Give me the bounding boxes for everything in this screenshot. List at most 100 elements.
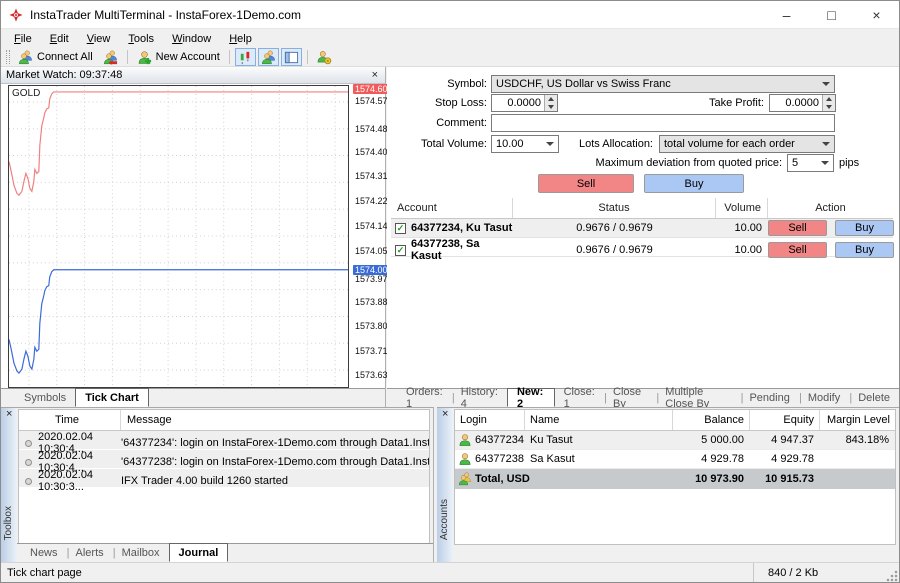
accounts-strip: × Accounts [437,408,453,562]
tab-pending[interactable]: Pending [740,389,798,407]
row-sell-button[interactable]: Sell [768,242,827,258]
accounts-header-row: Login Name Balance Equity Margin Level [455,410,895,431]
col-login: Login [455,410,525,430]
price-axis: 1574.601574.571574.481574.401574.311574.… [352,85,386,388]
table-row: 64377238 Sa Kasut 4 929.78 4 929.78 [455,450,895,469]
toolbar-separator [127,50,128,64]
comment-label: Comment: [387,114,487,132]
price-axis-label: 1574.05 [355,246,388,256]
tab-alerts[interactable]: Alerts [67,544,113,562]
account-user-icon [458,433,472,447]
connect-all-button[interactable]: Connect All [13,49,98,66]
row-buy-button[interactable]: Buy [835,242,894,258]
stop-loss-spin-buttons[interactable] [544,95,557,111]
tab-delete[interactable]: Delete [849,389,899,407]
accounts-panel: × Accounts Login Name Balance Equity Mar… [437,407,899,562]
tab-multiple-close-by[interactable]: Multiple Close By [656,389,740,407]
close-button[interactable]: × [854,1,899,28]
list-item: 2020.02.04 10:30:3... IFX Trader 4.00 bu… [19,469,429,488]
lots-allocation-select[interactable]: total volume for each order [659,135,835,153]
minimize-button[interactable]: – [764,1,809,28]
price-axis-label: 1574.40 [355,147,388,157]
equity-cell: 4 947.37 [750,434,820,446]
comment-field[interactable] [491,114,835,132]
maximize-button[interactable]: □ [809,1,854,28]
tab-orders[interactable]: Orders: 1 [397,389,452,407]
chevron-down-icon [822,82,830,86]
grid-header-row: Account Status Volume Action [391,198,893,219]
buy-button[interactable]: Buy [644,174,744,193]
margin-level-cell: 843.18% [820,434,895,446]
tick-chart-plot[interactable]: GOLD [8,85,349,388]
table-row: ✓ 64377234, Ku Tasut 0.9676 / 0.9679 10.… [391,219,893,238]
expert-settings-button[interactable] [312,49,337,66]
pips-label: pips [839,154,869,172]
total-label: Total, USD [475,473,530,485]
chevron-down-icon [821,161,829,165]
tab-journal[interactable]: Journal [169,543,229,562]
max-deviation-select[interactable]: 5 [787,154,834,172]
take-profit-label: Take Profit: [627,94,764,112]
lots-allocation-label: Lots Allocation: [547,135,653,153]
tab-close[interactable]: Close: 1 [555,389,604,407]
new-account-button[interactable]: New Account [132,49,225,66]
price-axis-label: 1574.48 [355,124,388,134]
toolbox-close-icon[interactable]: × [4,409,14,420]
tab-modify[interactable]: Modify [799,389,849,407]
market-watch-close-icon[interactable]: × [370,70,380,81]
journal-bullet-icon [25,440,32,447]
price-axis-label: 1574.31 [355,171,388,181]
tab-new[interactable]: New: 2 [507,388,555,407]
price-axis-label: 1574.57 [355,96,388,106]
time-cell: 2020.02.04 10:30:3... [38,469,121,493]
price-axis-label: 1573.80 [355,321,388,331]
tab-close-by[interactable]: Close By [604,389,656,407]
row-sell-button[interactable]: Sell [768,220,827,236]
toolbox-strip: × Toolbox [1,408,17,562]
symbol-select[interactable]: USDCHF, US Dollar vs Swiss Franc [491,75,835,93]
tab-news[interactable]: News [21,544,67,562]
account-checkbox[interactable]: ✓ [395,223,406,234]
status-text: Tick chart page [7,567,82,579]
menu-file[interactable]: File [5,31,41,47]
menu-bar: File Edit View Tools Window Help [1,29,899,48]
journal-bullet-icon [25,459,32,466]
toolbox-panel: × Toolbox Time Message 2020.02.04 10:30:… [1,407,434,562]
disconnect-all-button[interactable] [98,49,123,66]
stop-loss-stepper[interactable]: 0.0000 [491,94,558,112]
row-buy-button[interactable]: Buy [835,220,894,236]
menu-edit[interactable]: Edit [41,31,78,47]
balance-cell: 5 000.00 [673,434,750,446]
price-axis-label: 1573.63 [355,370,388,380]
tab-tick-chart[interactable]: Tick Chart [75,388,149,407]
status-cell: 0.9676 / 0.9679 [513,244,716,256]
resize-grip-icon[interactable] [886,569,899,582]
take-profit-spin-buttons[interactable] [822,95,835,111]
traffic-counter: 840 / 2 Kb [754,567,818,579]
menu-view[interactable]: View [78,31,120,47]
price-axis-label: 1573.71 [355,346,388,356]
menu-help[interactable]: Help [220,31,261,47]
toolbox-toggle-button[interactable] [281,48,302,66]
col-status: Status [513,198,716,218]
message-cell: '64377238': login on InstaForex-1Demo.co… [121,456,429,468]
menu-window[interactable]: Window [163,31,220,47]
menu-tools[interactable]: Tools [119,31,163,47]
tab-symbols[interactable]: Symbols [15,389,75,407]
new-order-panel: Symbol: USDCHF, US Dollar vs Swiss Franc… [387,67,899,407]
chart-symbol-label: GOLD [12,88,40,99]
toolbar-grip[interactable] [6,50,10,64]
total-accounts-icon [458,472,472,486]
sell-button[interactable]: Sell [538,174,634,193]
market-watch-toggle-button[interactable] [235,48,256,66]
tab-mailbox[interactable]: Mailbox [113,544,169,562]
col-margin-level: Margin Level [820,410,895,430]
price-axis-label: 1573.97 [355,274,388,284]
take-profit-stepper[interactable]: 0.0000 [769,94,836,112]
app-window: InstaTrader MultiTerminal - InstaForex-1… [0,0,900,583]
col-volume: Volume [716,198,768,218]
accounts-toggle-button[interactable] [258,48,279,66]
tab-history[interactable]: History: 4 [452,389,507,407]
account-checkbox[interactable]: ✓ [395,245,406,256]
accounts-close-icon[interactable]: × [440,409,450,420]
